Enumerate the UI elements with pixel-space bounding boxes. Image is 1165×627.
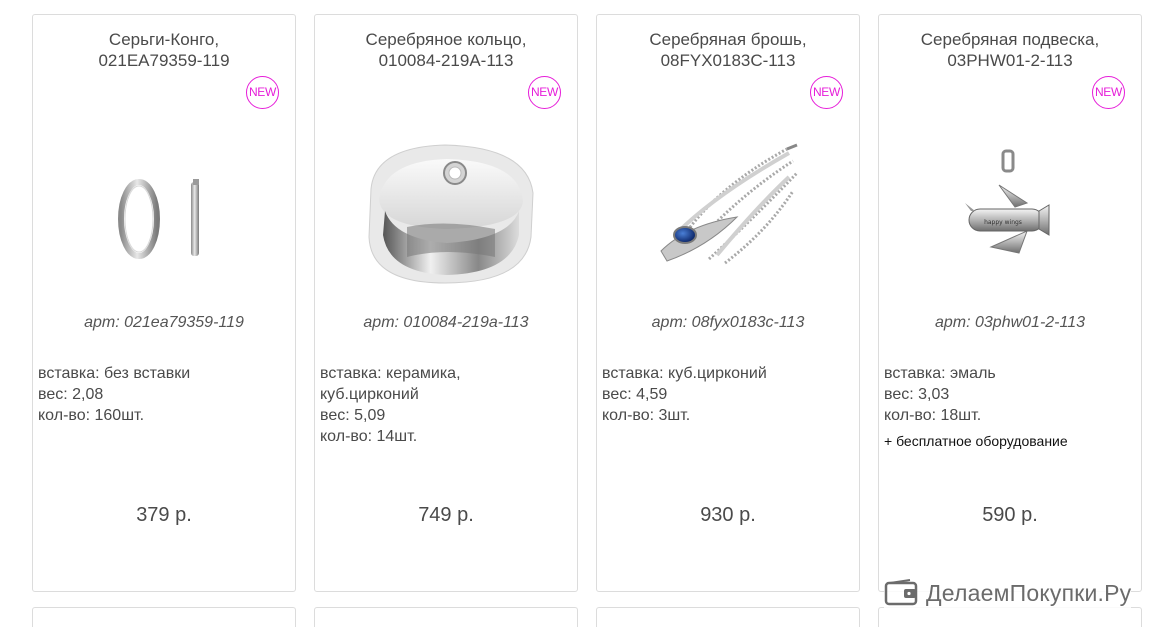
product-title-line2: 021EA79359-119 [98,51,230,70]
spec-insert-cont: куб.цирконий [320,386,419,403]
new-badge: NEW [528,76,561,109]
product-title-line1: Серебряная подвеска, [920,30,1100,49]
spec-insert: вставка: куб.цирконий [602,365,767,382]
product-price: 749 р. [418,504,474,526]
ceramic-ring-image[interactable] [315,107,577,297]
spec-weight: вес: 2,08 [38,386,104,403]
product-title[interactable]: Серьги-Конго, 021EA79359-119 [33,29,295,71]
product-article: арт: 021ea79359-119 [84,314,244,331]
product-title[interactable]: Серебряное кольцо, 010084-219A-113 [315,29,577,71]
product-title-line2: 010084-219A-113 [378,51,514,70]
product-title-line1: Серьги-Конго, [108,30,220,49]
feather-brooch-image[interactable] [597,107,859,297]
next-row-card[interactable] [314,607,578,627]
spec-insert: вставка: керамика, [320,365,461,382]
product-article: арт: 03phw01-2-113 [934,314,1086,331]
product-price: 379 р. [136,504,192,526]
product-price: 590 р. [982,504,1038,526]
spec-insert: вставка: без вставки [38,365,191,382]
product-title-line2: 03PHW01-2-113 [947,51,1073,70]
spec-weight: вес: 4,59 [602,386,668,403]
wallet-icon [884,579,918,606]
spec-weight: вес: 3,03 [884,386,950,403]
next-row-card[interactable] [32,607,296,627]
product-specs: вставка: без вставки вес: 2,08 кол-во: 1… [38,363,290,426]
new-badge: NEW [1092,76,1125,109]
product-title[interactable]: Серебряная брошь, 08FYX0183C-113 [597,29,859,71]
new-badge: NEW [810,76,843,109]
product-specs: вставка: керамика, куб.цирконий вес: 5,0… [320,363,572,447]
airplane-pendant-image[interactable]: happy wings [879,107,1141,297]
product-card[interactable]: Серебряная подвеска, 03PHW01-2-113 NEW h… [878,14,1142,592]
product-title[interactable]: Серебряная подвеска, 03PHW01-2-113 [879,29,1141,71]
product-price: 930 р. [700,504,756,526]
product-card[interactable]: Серьги-Конго, 021EA79359-119 NEW арт: 02… [32,14,296,592]
product-card[interactable]: Серебряная брошь, 08FYX0183C-113 NEW арт… [596,14,860,592]
site-watermark: ДелаемПокупки.Ру [884,576,1132,610]
product-title-line1: Серебряное кольцо, [365,30,527,49]
product-article: арт: 08fyx0183c-113 [651,314,805,331]
pendant-engraving: happy wings [984,219,1022,226]
watermark-text: ДелаемПокупки.Ру [926,579,1132,606]
new-badge: NEW [246,76,279,109]
spec-quantity: кол-во: 14шт. [320,428,418,445]
product-title-line2: 08FYX0183C-113 [660,51,796,70]
product-article: арт: 010084-219a-113 [363,314,529,331]
spec-weight: вес: 5,09 [320,407,386,424]
spec-quantity: кол-во: 160шт. [38,407,145,424]
next-row-card[interactable] [878,607,1142,627]
free-equipment-note: + бесплатное оборудование [884,433,1068,449]
spec-quantity: кол-во: 3шт. [602,407,691,424]
product-grid: Серьги-Конго, 021EA79359-119 NEW арт: 02… [0,0,1165,627]
hoop-earrings-image[interactable] [33,107,295,297]
product-specs: вставка: эмаль вес: 3,03 кол-во: 18шт. +… [884,363,1136,452]
product-specs: вставка: куб.цирконий вес: 4,59 кол-во: … [602,363,854,426]
spec-quantity: кол-во: 18шт. [884,407,982,424]
product-title-line1: Серебряная брошь, [649,30,807,49]
next-row-card[interactable] [596,607,860,627]
product-card[interactable]: Серебряное кольцо, 010084-219A-113 NEW а… [314,14,578,592]
spec-insert: вставка: эмаль [884,365,996,382]
